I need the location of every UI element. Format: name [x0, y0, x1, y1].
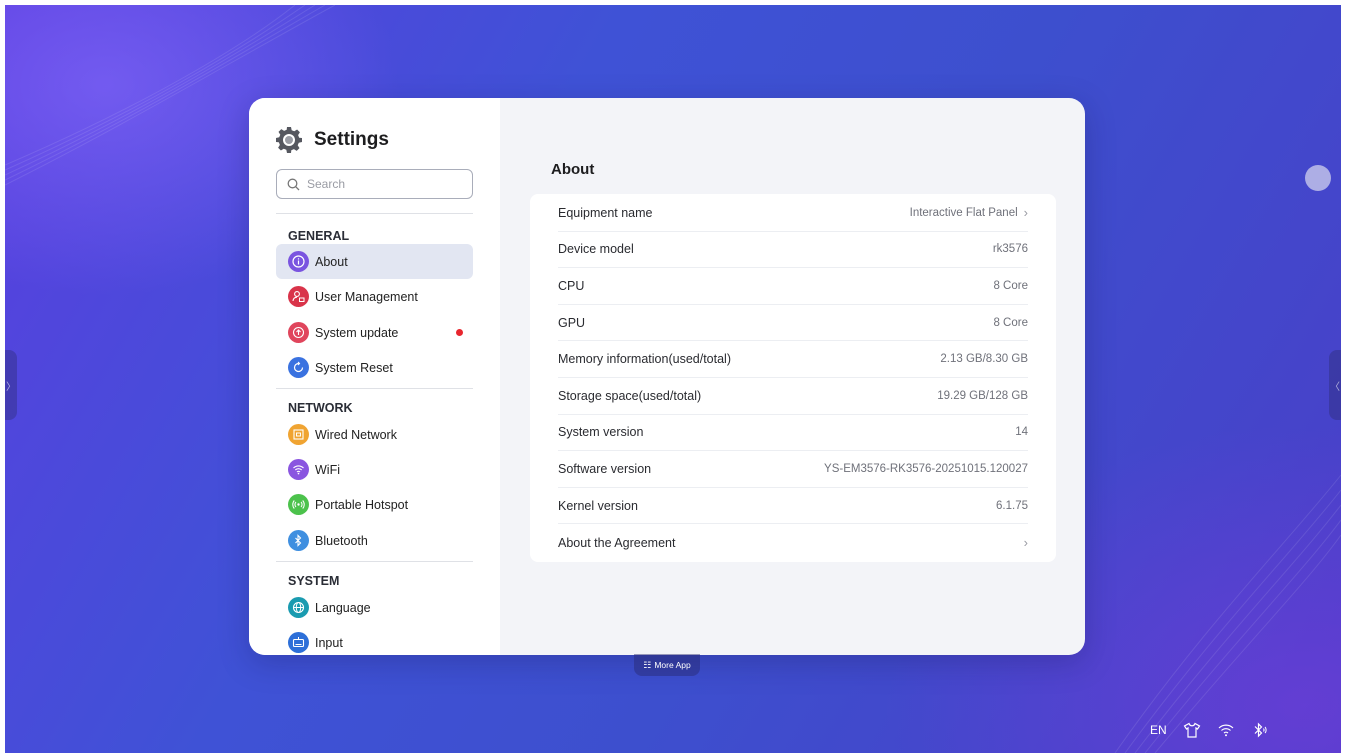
settings-sidebar: Settings Search GENERAL About User Manag… [249, 98, 500, 655]
row-value: 14 [1015, 426, 1028, 439]
update-badge-dot [456, 329, 463, 336]
row-label: GPU [558, 315, 586, 330]
user-lock-icon [288, 286, 309, 307]
row-label: About the Agreement [558, 535, 676, 550]
keyboard-icon [288, 632, 309, 653]
row-label: System version [558, 425, 644, 440]
row-value: › [1018, 535, 1028, 550]
row-software-version: Software version YS-EM3576-RK3576-202510… [558, 451, 1028, 488]
sidebar-item-label: Wired Network [315, 427, 397, 442]
row-label: CPU [558, 278, 585, 293]
row-value: 8 Core [993, 279, 1028, 292]
bluetooth-icon[interactable] [1251, 722, 1269, 738]
sidebar-item-label: User Management [315, 289, 418, 304]
sidebar-item-about[interactable]: About [276, 244, 473, 279]
row-value: YS-EM3576-RK3576-20251015.120027 [824, 462, 1028, 475]
left-edge-handle[interactable]: 〉 [5, 350, 17, 420]
settings-window: Settings Search GENERAL About User Manag… [249, 98, 1085, 655]
row-value: 19.29 GB/128 GB [937, 389, 1028, 402]
ethernet-icon [288, 424, 309, 445]
sidebar-item-label: WiFi [315, 462, 340, 477]
sidebar-item-portable-hotspot[interactable]: Portable Hotspot [276, 487, 473, 522]
page-title: Settings [314, 129, 389, 150]
row-value: rk3576 [992, 243, 1028, 256]
row-label: Memory information(used/total) [558, 352, 731, 367]
content-title: About [551, 161, 595, 178]
chevron-right-icon: › [1023, 205, 1028, 221]
section-title-general: GENERAL [288, 229, 350, 243]
row-value: 6.1.75 [996, 499, 1028, 512]
right-edge-handle[interactable]: 〈 [1329, 350, 1341, 420]
sidebar-item-label: About [315, 254, 348, 269]
system-tray: EN [1150, 722, 1285, 738]
update-arrow-icon [288, 322, 309, 343]
more-app-button[interactable]: ☷ More App [634, 654, 700, 676]
row-device-model: Device model rk3576 [558, 232, 1028, 269]
sidebar-item-label: Portable Hotspot [315, 497, 409, 512]
search-placeholder: Search [307, 177, 346, 191]
row-system-version: System version 14 [558, 415, 1028, 452]
sidebar-item-language[interactable]: Language [276, 590, 473, 625]
about-panel: About Equipment name Interactive Flat Pa… [500, 98, 1085, 655]
sidebar-item-user-management[interactable]: User Management [276, 279, 473, 314]
grid-icon: ☷ [643, 659, 652, 670]
row-label: Device model [558, 242, 634, 257]
row-cpu: CPU 8 Core [558, 268, 1028, 305]
bluetooth-icon [288, 530, 309, 551]
sidebar-item-label: System Reset [315, 360, 393, 375]
sidebar-item-wired-network[interactable]: Wired Network [276, 417, 473, 452]
row-label: Equipment name [558, 205, 653, 220]
row-equipment-name[interactable]: Equipment name Interactive Flat Panel › [558, 195, 1028, 232]
sidebar-item-label: Language [315, 600, 371, 615]
sidebar-item-label: Bluetooth [315, 533, 368, 548]
sidebar-item-system-reset[interactable]: System Reset [276, 350, 473, 385]
sidebar-item-system-update[interactable]: System update [276, 315, 473, 350]
row-value: 2.13 GB/8.30 GB [940, 353, 1028, 366]
sidebar-item-wifi[interactable]: WiFi [276, 452, 473, 487]
settings-header: Settings [275, 126, 389, 154]
gear-icon [276, 127, 302, 153]
row-kernel-version: Kernel version 6.1.75 [558, 488, 1028, 525]
language-indicator[interactable]: EN [1150, 723, 1167, 737]
search-input[interactable]: Search [276, 169, 473, 199]
about-info-card: Equipment name Interactive Flat Panel › D… [530, 194, 1056, 562]
section-title-network: NETWORK [288, 401, 353, 415]
floating-assistive-ball[interactable] [1305, 165, 1331, 191]
row-memory-information: Memory information(used/total) 2.13 GB/8… [558, 341, 1028, 378]
divider [276, 213, 473, 214]
globe-icon [288, 597, 309, 618]
chevron-right-icon: › [1023, 535, 1028, 551]
divider [276, 561, 473, 562]
sidebar-item-label: System update [315, 325, 399, 340]
wifi-icon[interactable] [1217, 722, 1235, 738]
row-value: 8 Core [993, 316, 1028, 329]
row-label: Kernel version [558, 498, 638, 513]
hotspot-icon [288, 494, 309, 515]
search-icon [287, 178, 300, 190]
sidebar-item-label: Input [315, 635, 343, 650]
divider [276, 388, 473, 389]
row-value: Interactive Flat Panel › [910, 205, 1028, 220]
row-label: Software version [558, 461, 652, 476]
chevron-left-icon: 〈 [1330, 381, 1340, 393]
more-app-label: More App [654, 660, 691, 670]
row-about-agreement[interactable]: About the Agreement › [558, 524, 1028, 561]
row-gpu: GPU 8 Core [558, 305, 1028, 342]
sidebar-item-input[interactable]: Input [276, 625, 473, 655]
equipment-name-value: Interactive Flat Panel [909, 206, 1018, 219]
shirt-icon[interactable] [1183, 722, 1201, 738]
info-icon [288, 251, 309, 272]
chevron-right-icon: 〉 [6, 381, 16, 393]
row-label: Storage space(used/total) [558, 388, 702, 403]
reset-icon [288, 357, 309, 378]
wifi-icon [288, 459, 309, 480]
row-storage-space: Storage space(used/total) 19.29 GB/128 G… [558, 378, 1028, 415]
sidebar-item-bluetooth[interactable]: Bluetooth [276, 523, 473, 558]
section-title-system: SYSTEM [288, 574, 340, 588]
